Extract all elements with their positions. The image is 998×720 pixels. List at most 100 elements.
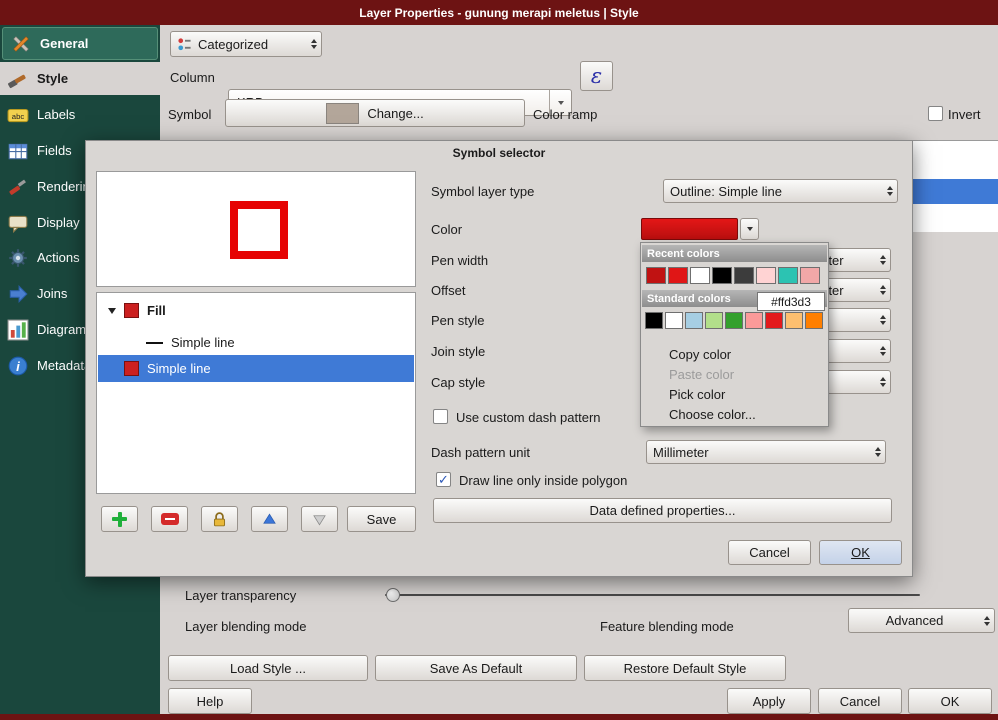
sidebar-item-label: Style [37,71,68,86]
pen-style-label: Pen style [431,308,484,332]
invert-label: Invert [948,100,981,128]
categorized-classes-list[interactable] [913,140,998,232]
color-swatch[interactable] [646,267,666,284]
lock-color-button[interactable] [201,506,238,532]
ok-label: OK [941,694,960,709]
draw-inside-checkbox[interactable]: ✓ [436,472,451,487]
apply-button[interactable]: Apply [727,688,811,714]
color-label: Color [431,217,462,241]
transparency-slider-handle[interactable] [386,588,400,602]
advanced-button[interactable]: Advanced [848,608,995,633]
remove-symbol-layer-button[interactable] [151,506,188,532]
save-symbol-button[interactable]: Save [347,506,416,532]
actions-icon [7,247,29,269]
offset-label: Offset [431,278,465,302]
hex-value: #ffd3d3 [771,295,811,309]
change-symbol-button[interactable]: Change... [225,99,525,127]
color-ramp-label: Color ramp [533,100,597,128]
expression-builder-button[interactable]: ε [580,61,613,91]
move-down-button[interactable] [301,506,338,532]
up-arrow-icon [262,512,277,527]
restore-default-label: Restore Default Style [624,661,747,676]
selected-class-row[interactable] [913,179,998,204]
invert-checkbox[interactable] [928,106,943,121]
save-symbol-label: Save [367,512,397,527]
restore-default-style-button[interactable]: Restore Default Style [584,655,786,681]
color-swatch[interactable] [805,312,823,329]
joins-icon [7,283,29,305]
color-button[interactable] [641,218,738,240]
renderer-type-value: Categorized [198,37,268,52]
transparency-slider-track[interactable] [385,594,920,596]
tree-item-simple-line-2-selected[interactable]: Simple line [98,355,414,382]
tree-item-simple-line-1[interactable]: Simple line [98,329,414,356]
combo-spin-arrows [880,285,886,295]
color-swatch[interactable] [705,312,723,329]
down-arrow-icon [312,512,327,527]
diagrams-icon [7,319,29,341]
sidebar-item-style[interactable]: Style [0,62,160,95]
advanced-button-label: Advanced [886,613,944,628]
color-swatch[interactable] [734,267,754,284]
help-button[interactable]: Help [168,688,252,714]
dash-unit-select[interactable]: Millimeter [646,440,886,464]
save-as-default-label: Save As Default [430,661,523,676]
sidebar-item-label: General [40,36,88,51]
change-button-label: Change... [367,106,423,121]
color-swatch[interactable] [765,312,783,329]
paste-color-label: Paste color [669,367,734,382]
cancel-button[interactable]: Cancel [818,688,902,714]
ok-button[interactable]: OK [908,688,992,714]
dialog-cancel-label: Cancel [749,545,789,560]
move-up-button[interactable] [251,506,288,532]
color-swatch[interactable] [745,312,763,329]
draw-inside-label: Draw line only inside polygon [459,468,627,492]
symbol-layer-type-select[interactable]: Outline: Simple line [663,179,898,203]
color-swatch[interactable] [645,312,663,329]
sidebar-item-general[interactable]: General [2,27,158,60]
color-swatch[interactable] [778,267,798,284]
sidebar-item-label: Joins [37,286,67,301]
window-bottom-edge [0,714,998,720]
expander-icon[interactable] [108,308,116,314]
color-swatch[interactable] [685,312,703,329]
color-dropdown-button[interactable] [740,218,759,240]
tree-item-label: Simple line [147,361,211,376]
dialog-cancel-button[interactable]: Cancel [728,540,811,565]
save-as-default-button[interactable]: Save As Default [375,655,577,681]
color-hex-tooltip: #ffd3d3 [757,292,825,311]
color-swatch[interactable] [712,267,732,284]
pen-width-label: Pen width [431,248,488,272]
menu-item-copy-color[interactable]: Copy color [642,344,827,364]
menu-item-choose-color[interactable]: Choose color... [642,404,827,424]
symbol-preview-patch [326,103,359,124]
load-style-button[interactable]: Load Style ... [168,655,368,681]
color-swatch[interactable] [668,267,688,284]
color-swatch[interactable] [665,312,683,329]
color-swatch[interactable] [690,267,710,284]
dash-unit-label: Dash pattern unit [431,440,530,464]
data-defined-properties-button[interactable]: Data defined properties... [433,498,892,523]
window-titlebar[interactable]: Layer Properties - gunung merapi meletus… [0,0,998,25]
color-swatch[interactable] [800,267,820,284]
apply-label: Apply [753,694,786,709]
symbol-layers-tree: Fill Simple line Simple line [96,292,416,494]
color-swatch[interactable] [785,312,803,329]
renderer-type-select[interactable]: Categorized [170,31,322,57]
color-swatch[interactable] [756,267,776,284]
sidebar-item-labels[interactable]: abc Labels [0,98,160,131]
color-swatch[interactable] [725,312,743,329]
symbol-preview-area [96,171,416,287]
tree-item-fill[interactable]: Fill [98,297,414,324]
combo-spin-arrows [311,39,317,49]
fill-swatch-icon [124,303,139,318]
combo-spin-arrows [880,315,886,325]
combo-spin-arrows [984,616,990,626]
dialog-ok-button[interactable]: OK [819,540,902,565]
symbol-layer-type-label: Symbol layer type [431,179,534,203]
custom-dash-checkbox[interactable] [433,409,448,424]
menu-item-pick-color[interactable]: Pick color [642,384,827,404]
cap-style-label: Cap style [431,370,485,394]
add-symbol-layer-button[interactable] [101,506,138,532]
custom-dash-label: Use custom dash pattern [456,405,601,429]
